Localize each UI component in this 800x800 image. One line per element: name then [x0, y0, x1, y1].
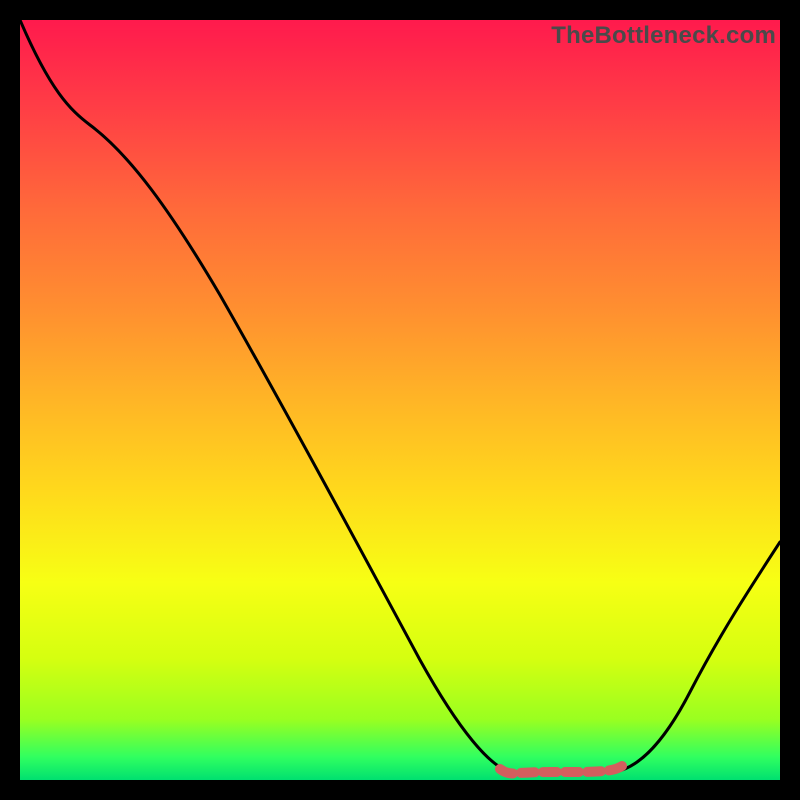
bottleneck-curve: [20, 20, 780, 780]
trough-marker: [500, 766, 622, 774]
curve-path: [20, 20, 780, 772]
chart-frame: TheBottleneck.com: [20, 20, 780, 780]
watermark-text: TheBottleneck.com: [551, 22, 776, 50]
